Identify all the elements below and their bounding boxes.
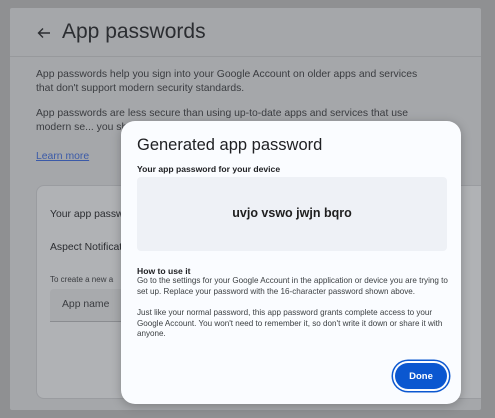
arrow-left-icon[interactable] xyxy=(36,25,52,41)
card-title: Your app passw xyxy=(50,209,124,220)
header-divider xyxy=(10,56,481,57)
generated-password[interactable]: uvjo vswo jwjn bqro xyxy=(137,206,447,220)
password-box: uvjo vswo jwjn bqro xyxy=(137,177,447,251)
how-to-use-text-1: Go to the settings for your Google Accou… xyxy=(137,276,448,296)
app-name-placeholder: App name xyxy=(62,299,110,310)
dialog-subtitle: Your app password for your device xyxy=(137,164,281,174)
how-to-use-heading: How to use it xyxy=(137,266,191,276)
page-title: App passwords xyxy=(62,20,206,43)
learn-more-link[interactable]: Learn more xyxy=(36,151,89,162)
done-button[interactable]: Done xyxy=(395,363,447,389)
dialog-title: Generated app password xyxy=(137,136,323,154)
intro-text-1: App passwords help you sign into your Go… xyxy=(36,69,418,94)
app-list-item[interactable]: Aspect Notificat xyxy=(50,242,122,253)
generated-password-dialog: Generated app password Your app password… xyxy=(121,121,461,404)
create-instructions: To create a new a xyxy=(50,275,114,284)
page-header: App passwords xyxy=(10,8,481,56)
how-to-use-text-2: Just like your normal password, this app… xyxy=(137,308,443,338)
